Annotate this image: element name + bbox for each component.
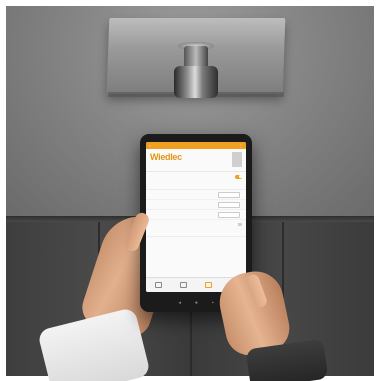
back-nav-icon[interactable]: ◂ bbox=[178, 300, 181, 306]
nav-item-home[interactable] bbox=[148, 281, 170, 289]
recents-nav-icon[interactable]: ▪ bbox=[212, 300, 214, 306]
settings-section bbox=[146, 220, 246, 238]
brand-logo: Wiedlec bbox=[150, 152, 182, 162]
brand-header: Wiedlec bbox=[146, 149, 246, 172]
section-toggle[interactable] bbox=[235, 175, 242, 179]
settings-field-row bbox=[146, 190, 246, 200]
nav-item-folder[interactable] bbox=[198, 281, 220, 289]
photo-scene: ‹ ⋮ Wiedlec ◂ ● ▪ bbox=[0, 0, 380, 381]
field-input[interactable] bbox=[218, 191, 240, 199]
field-input[interactable] bbox=[218, 201, 240, 209]
settings-field-row bbox=[146, 200, 246, 210]
section-toggle[interactable] bbox=[235, 222, 242, 227]
folder-icon bbox=[205, 281, 212, 288]
shower-mixer-body bbox=[174, 66, 218, 98]
home-nav-icon[interactable]: ● bbox=[195, 300, 198, 306]
app-bar: ‹ ⋮ bbox=[146, 142, 246, 149]
device-thumbnail-icon bbox=[232, 152, 242, 167]
settings-field-row bbox=[146, 210, 246, 220]
menu-icon[interactable]: ⋮ bbox=[239, 143, 243, 148]
back-arrow-icon[interactable]: ‹ bbox=[149, 143, 154, 148]
section-description bbox=[150, 177, 242, 187]
section-description bbox=[150, 225, 242, 235]
home-icon bbox=[155, 281, 162, 288]
settings-section bbox=[146, 172, 246, 190]
field-input[interactable] bbox=[218, 211, 240, 219]
nav-item-list[interactable] bbox=[173, 281, 195, 289]
list-icon bbox=[180, 281, 187, 288]
tablet-screen: ‹ ⋮ Wiedlec bbox=[146, 142, 246, 292]
